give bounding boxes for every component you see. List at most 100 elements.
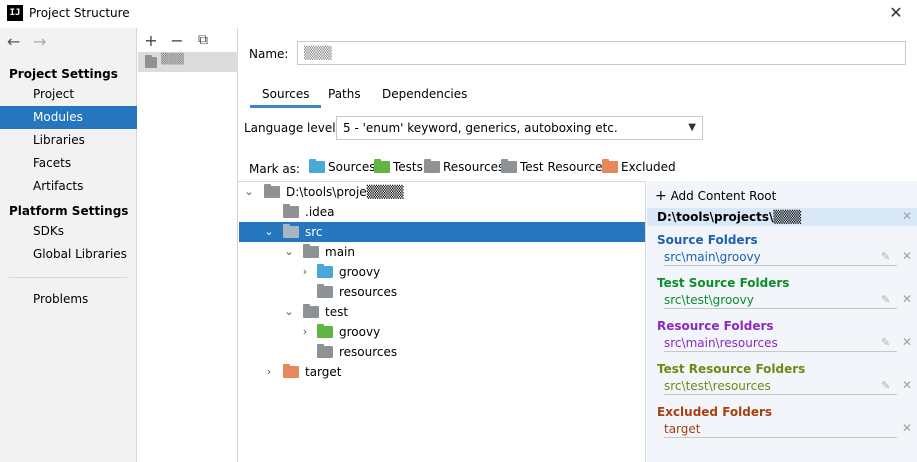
tree-row-root[interactable]: ⌄ D:\tools\proje▒▒▒▒ <box>239 182 645 202</box>
remove-folder-icon[interactable]: ✕ <box>902 249 912 263</box>
tree-row-test-groovy[interactable]: › groovy <box>239 322 645 342</box>
module-name-field[interactable]: ▒▒▒ <box>297 41 906 65</box>
tree-row-test-resources[interactable]: resources <box>239 342 645 362</box>
dropdown-arrow-icon: ▼ <box>688 122 696 133</box>
excluded-folder-icon <box>283 364 299 378</box>
tree-label: target <box>305 365 342 379</box>
window-title: Project Structure <box>29 6 130 20</box>
sidebar-item-modules[interactable]: Modules <box>0 106 137 129</box>
folder-group-title: Test Source Folders <box>657 276 790 290</box>
mark-sources-label: Sources <box>328 160 376 174</box>
folder-icon <box>283 224 299 238</box>
chevron-down-icon[interactable]: ⌄ <box>263 222 275 242</box>
tree-label: .idea <box>305 205 335 219</box>
sidebar-item-artifacts[interactable]: Artifacts <box>0 175 137 198</box>
tree-row-main[interactable]: ⌄ main <box>239 242 645 262</box>
remove-folder-icon[interactable]: ✕ <box>902 378 912 392</box>
content-root-path: D:\tools\projects\▒▒▒ <box>657 210 802 224</box>
add-content-root-button[interactable]: + Add Content Root <box>655 188 776 204</box>
tree-label: D:\tools\proje▒▒▒▒ <box>286 185 404 199</box>
mark-resources-button[interactable]: Resources <box>424 159 505 174</box>
add-content-root-label: Add Content Root <box>670 189 777 203</box>
mark-sources-button[interactable]: Sources <box>309 159 376 174</box>
plus-icon: + <box>655 188 667 204</box>
mark-test-resources-button[interactable]: Test Resources <box>501 159 609 174</box>
folder-group-title: Resource Folders <box>657 319 774 333</box>
tree-label: src <box>305 225 323 239</box>
remove-folder-icon[interactable]: ✕ <box>902 421 912 435</box>
language-level-label: Language level: <box>244 121 340 135</box>
remove-folder-icon[interactable]: ✕ <box>902 292 912 306</box>
sidebar-item-libraries[interactable]: Libraries <box>0 129 137 152</box>
resources-folder-icon <box>424 159 440 173</box>
folder-icon <box>303 304 319 318</box>
mark-test-resources-label: Test Resources <box>520 160 609 174</box>
intellij-app-icon: IJ <box>7 5 23 21</box>
chevron-down-icon[interactable]: ⌄ <box>283 242 295 262</box>
tree-row-idea[interactable]: .idea <box>239 202 645 222</box>
language-level-select[interactable]: 5 - 'enum' keyword, generics, autoboxing… <box>336 116 703 140</box>
forward-arrow-icon[interactable]: → <box>33 32 46 51</box>
sidebar-item-problems[interactable]: Problems <box>0 288 137 311</box>
folder-group-path[interactable]: src\test\groovy <box>664 293 897 309</box>
module-list-item[interactable]: ▒▒▒ <box>138 52 238 72</box>
mark-excluded-button[interactable]: Excluded <box>602 159 676 174</box>
folder-icon <box>264 184 280 198</box>
test-resources-folder-icon <box>501 159 517 173</box>
folder-icon <box>303 244 319 258</box>
language-level-value: 5 - 'enum' keyword, generics, autoboxing… <box>343 121 618 135</box>
edit-icon[interactable]: ✎ <box>881 379 890 392</box>
copy-module-button[interactable]: ⧉ <box>194 32 212 48</box>
remove-content-root-icon[interactable]: ✕ <box>902 209 912 223</box>
tree-label: groovy <box>339 325 381 339</box>
tab-paths[interactable]: Paths <box>316 82 373 108</box>
mark-resources-label: Resources <box>443 160 505 174</box>
sidebar-item-global-libraries[interactable]: Global Libraries <box>0 243 137 266</box>
tests-folder-icon <box>317 324 333 338</box>
mark-tests-button[interactable]: Tests <box>374 159 423 174</box>
remove-folder-icon[interactable]: ✕ <box>902 335 912 349</box>
content-root-header: D:\tools\projects\▒▒▒ <box>647 208 917 226</box>
folder-group-title: Source Folders <box>657 233 758 247</box>
close-icon[interactable]: ✕ <box>886 2 906 24</box>
back-arrow-icon[interactable]: ← <box>7 32 20 51</box>
chevron-right-icon[interactable]: › <box>299 322 311 342</box>
sources-folder-icon <box>317 264 333 278</box>
name-label: Name: <box>249 47 289 61</box>
tree-label: resources <box>339 345 398 359</box>
mark-tests-label: Tests <box>393 160 423 174</box>
tab-dependencies[interactable]: Dependencies <box>370 82 479 108</box>
mark-excluded-label: Excluded <box>621 160 676 174</box>
folder-group-title: Test Resource Folders <box>657 362 806 376</box>
chevron-down-icon[interactable]: ⌄ <box>243 182 255 202</box>
tree-row-src[interactable]: ⌄ src <box>239 222 645 242</box>
edit-icon[interactable]: ✎ <box>881 250 890 263</box>
tree-label: test <box>325 305 349 319</box>
edit-icon[interactable]: ✎ <box>881 293 890 306</box>
tab-sources[interactable]: Sources <box>250 82 322 108</box>
folder-group-path[interactable]: target <box>664 422 897 438</box>
tree-row-main-resources[interactable]: resources <box>239 282 645 302</box>
module-name: ▒▒▒ <box>161 54 185 65</box>
folder-icon <box>283 204 299 218</box>
chevron-right-icon[interactable]: › <box>263 362 275 382</box>
tests-folder-icon <box>374 159 390 173</box>
sidebar-item-project[interactable]: Project <box>0 83 137 106</box>
remove-module-button[interactable]: − <box>168 31 186 50</box>
tree-row-main-groovy[interactable]: › groovy <box>239 262 645 282</box>
edit-icon[interactable]: ✎ <box>881 336 890 349</box>
folder-group-path[interactable]: src\test\resources <box>664 379 897 395</box>
chevron-down-icon[interactable]: ⌄ <box>283 302 295 322</box>
folder-group-path[interactable]: src\main\groovy <box>664 250 897 266</box>
excluded-folder-icon <box>602 159 618 173</box>
chevron-right-icon[interactable]: › <box>299 262 311 282</box>
add-module-button[interactable]: + <box>142 31 160 50</box>
tree-row-test[interactable]: ⌄ test <box>239 302 645 322</box>
sidebar-item-sdks[interactable]: SDKs <box>0 220 137 243</box>
tree-label: main <box>325 245 355 259</box>
module-list-pane <box>138 28 238 462</box>
sidebar-item-facets[interactable]: Facets <box>0 152 137 175</box>
mark-as-label: Mark as: <box>249 162 301 176</box>
tree-row-target[interactable]: › target <box>239 362 645 382</box>
folder-group-path[interactable]: src\main\resources <box>664 336 897 352</box>
